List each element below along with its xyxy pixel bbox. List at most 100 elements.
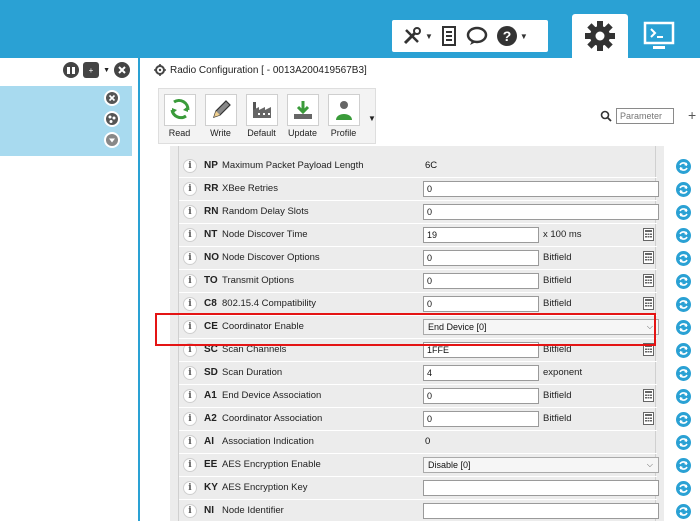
info-icon[interactable]: i (183, 389, 197, 403)
network-icon[interactable] (104, 111, 120, 127)
info-icon[interactable]: i (183, 412, 197, 426)
param-input[interactable]: 0 (423, 181, 659, 197)
param-select[interactable]: Disable [0] ⌵ (423, 457, 659, 473)
param-code: A1 (204, 390, 217, 401)
refresh-icon[interactable] (676, 412, 691, 427)
calculator-icon[interactable] (643, 228, 654, 241)
help-icon[interactable]: ? (495, 24, 519, 48)
gear-icon (585, 21, 615, 51)
refresh-icon[interactable] (676, 343, 691, 358)
info-icon[interactable]: i (183, 343, 197, 357)
read-button[interactable]: Read (159, 89, 200, 143)
info-icon[interactable]: i (183, 251, 197, 265)
parameter-search-input[interactable] (616, 108, 674, 124)
refresh-icon[interactable] (676, 389, 691, 404)
param-input[interactable]: 0 (423, 250, 539, 266)
selected-device-item[interactable] (0, 86, 132, 156)
close-all-icon[interactable] (114, 62, 130, 78)
info-icon[interactable]: i (183, 205, 197, 219)
configuration-mode-button[interactable] (572, 14, 628, 58)
param-input[interactable]: 0 (423, 388, 539, 404)
param-row-nt: i NT Node Discover Time 19 x 100 ms (179, 224, 657, 247)
default-button[interactable]: Default (241, 89, 282, 143)
param-code: NT (204, 229, 218, 240)
add-device-icon[interactable]: + (83, 62, 100, 78)
calculator-icon[interactable] (643, 274, 654, 287)
config-title: Radio Configuration [ - 0013A200419567B3… (154, 64, 367, 76)
remove-device-icon[interactable] (104, 90, 120, 106)
param-row-a2: i A2 Coordinator Association 0 Bitfield (179, 408, 657, 431)
refresh-icon[interactable] (676, 435, 691, 450)
calculator-icon[interactable] (643, 412, 654, 425)
default-label: Default (247, 128, 276, 138)
param-input[interactable]: 0 (423, 204, 659, 220)
refresh-icon[interactable] (676, 297, 691, 312)
param-input[interactable]: 0 (423, 273, 539, 289)
param-select-value: Disable [0] (428, 460, 471, 470)
param-input[interactable] (423, 503, 659, 519)
expand-all-icon[interactable]: + (688, 107, 696, 123)
info-icon[interactable]: i (183, 274, 197, 288)
param-name: Transmit Options (222, 275, 294, 286)
chat-icon[interactable] (465, 24, 489, 48)
refresh-icon[interactable] (676, 159, 691, 174)
info-icon[interactable]: i (183, 366, 197, 380)
param-select-value: End Device [0] (428, 322, 487, 332)
info-icon[interactable]: i (183, 435, 197, 449)
param-name: AES Encryption Enable (222, 459, 321, 470)
param-input[interactable]: 4 (423, 365, 539, 381)
refresh-icon[interactable] (676, 366, 691, 381)
document-icon[interactable] (437, 24, 461, 48)
write-button[interactable]: Write (200, 89, 241, 143)
param-name: Coordinator Association (222, 413, 323, 424)
refresh-icon[interactable] (676, 274, 691, 289)
update-button[interactable]: Update (282, 89, 323, 143)
param-input[interactable]: 0 (423, 296, 539, 312)
param-unit: Bitfield (543, 413, 572, 424)
expand-device-icon[interactable] (104, 132, 120, 148)
param-select[interactable]: End Device [0] ⌵ (423, 319, 659, 335)
console-mode-button[interactable] (634, 14, 684, 58)
info-icon[interactable]: i (183, 481, 197, 495)
profile-caret-icon[interactable]: ▼ (368, 114, 376, 123)
refresh-icon[interactable] (676, 251, 691, 266)
param-input[interactable]: 19 (423, 227, 539, 243)
refresh-icon[interactable] (676, 481, 691, 496)
refresh-icon[interactable] (676, 320, 691, 335)
calculator-icon[interactable] (643, 251, 654, 264)
info-icon[interactable]: i (183, 228, 197, 242)
calculator-icon[interactable] (643, 389, 654, 402)
refresh-icon[interactable] (676, 458, 691, 473)
add-device-caret-icon[interactable]: ▼ (103, 67, 110, 74)
profile-label: Profile (330, 128, 357, 138)
param-row-sc: i SC Scan Channels 1FFE Bitfield (179, 339, 657, 362)
param-unit: Bitfield (543, 275, 572, 286)
tools-icon[interactable] (400, 24, 424, 48)
parameter-list: i NP Maximum Packet Payload Length 6C i RR XBe… (170, 146, 664, 523)
svg-text:?: ? (503, 28, 512, 44)
param-input[interactable] (423, 480, 659, 496)
param-code: RN (204, 206, 219, 217)
info-icon[interactable]: i (183, 504, 197, 518)
info-icon[interactable]: i (183, 182, 197, 196)
refresh-icon[interactable] (676, 205, 691, 220)
info-icon[interactable]: i (183, 458, 197, 472)
device-info-icon[interactable] (63, 62, 80, 78)
param-code: RR (204, 183, 219, 194)
param-input[interactable]: 0 (423, 411, 539, 427)
tools-caret-icon[interactable]: ▼ (425, 32, 433, 41)
calculator-icon[interactable] (643, 343, 654, 356)
info-icon[interactable]: i (183, 320, 197, 334)
profile-button[interactable]: Profile (323, 89, 364, 143)
refresh-icon[interactable] (676, 228, 691, 243)
param-code: TO (204, 275, 218, 286)
param-unit: Bitfield (543, 390, 572, 401)
info-icon[interactable]: i (183, 159, 197, 173)
help-caret-icon[interactable]: ▼ (520, 32, 528, 41)
refresh-icon[interactable] (676, 504, 691, 519)
calculator-icon[interactable] (643, 297, 654, 310)
param-name: Scan Channels (222, 344, 287, 355)
param-input[interactable]: 1FFE (423, 342, 539, 358)
refresh-icon[interactable] (676, 182, 691, 197)
info-icon[interactable]: i (183, 297, 197, 311)
